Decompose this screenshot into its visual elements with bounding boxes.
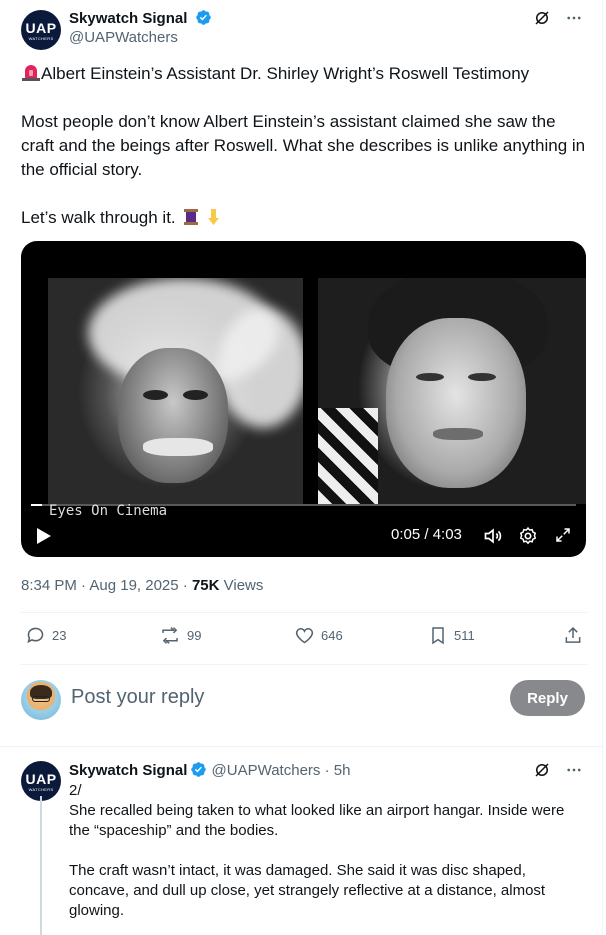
post-timestamp[interactable]: 8:34 PM · Aug 19, 2025 ·	[21, 577, 192, 594]
author-handle[interactable]: @UAPWatchers	[69, 29, 212, 46]
volume-icon[interactable]	[483, 526, 503, 546]
like-action[interactable]: 646	[294, 625, 343, 646]
reply-header-actions	[532, 760, 584, 780]
pointing-down-emoji-icon	[208, 209, 220, 225]
reply-count: 23	[52, 628, 67, 643]
reply-input[interactable]: Post your reply	[71, 686, 204, 709]
reply-icon	[27, 627, 44, 644]
reply-author-name[interactable]: Skywatch Signal	[69, 762, 187, 779]
avatar-subtext: WATCHERS	[28, 36, 54, 41]
reply-author-handle[interactable]: @UAPWatchers	[212, 762, 321, 779]
author-avatar[interactable]: UAP WATCHERS	[21, 10, 61, 50]
more-options-icon[interactable]	[564, 760, 584, 780]
video-player[interactable]: Eyes On Cinema 0:05 / 4:03	[21, 241, 586, 557]
author-block: Skywatch Signal @UAPWatchers	[69, 9, 212, 46]
bookmark-action[interactable]: 511	[428, 625, 475, 646]
share-icon	[565, 626, 581, 643]
reply-paragraph-2: The craft wasn’t intact, it was damaged.…	[69, 862, 546, 919]
play-icon[interactable]	[36, 527, 52, 545]
post-headline: Albert Einstein’s Assistant Dr. Shirley …	[41, 64, 530, 83]
shirley-wright-photo	[318, 278, 586, 504]
post-card: UAP WATCHERS Skywatch Signal @UAPWatcher…	[0, 0, 603, 935]
views-label: Views	[219, 577, 264, 594]
divider	[21, 664, 587, 665]
header-actions	[532, 8, 584, 28]
repost-icon	[162, 627, 178, 644]
more-options-icon[interactable]	[564, 8, 584, 28]
bookmark-count: 511	[454, 628, 475, 643]
reply-text: 2/ She recalled being taken to what look…	[69, 781, 589, 921]
current-user-avatar[interactable]	[21, 680, 61, 720]
post-meta: 8:34 PM · Aug 19, 2025 · 75K Views	[21, 577, 263, 594]
einstein-photo	[48, 278, 303, 504]
divider	[21, 612, 587, 613]
bookmark-icon	[432, 627, 444, 645]
thread-spool-emoji-icon	[184, 209, 199, 225]
video-time: 0:05 / 4:03	[391, 526, 462, 543]
siren-emoji-icon	[22, 65, 40, 81]
views-count: 75K	[191, 577, 220, 594]
avatar-text: UAP	[25, 20, 57, 36]
like-count: 646	[321, 628, 343, 643]
grok-icon[interactable]	[532, 760, 552, 780]
grok-icon[interactable]	[532, 8, 552, 28]
repost-count: 99	[187, 628, 202, 643]
heart-icon	[295, 627, 314, 644]
repost-action[interactable]: 99	[159, 625, 201, 646]
divider	[0, 746, 603, 747]
reply-paragraph-1: She recalled being taken to what looked …	[69, 802, 565, 839]
post-cta: Let’s walk through it.	[21, 208, 176, 227]
reply-author-avatar[interactable]: UAP WATCHERS	[21, 761, 61, 801]
video-progress-bar[interactable]	[31, 504, 576, 506]
post-paragraph: Most people don’t know Albert Einstein’s…	[21, 112, 586, 179]
post-text: Albert Einstein’s Assistant Dr. Shirley …	[21, 62, 591, 230]
reply-header: Skywatch Signal @UAPWatchers · 5h	[69, 761, 350, 779]
thread-connector-line	[40, 796, 42, 935]
avatar-subtext: WATCHERS	[28, 787, 54, 792]
verified-badge-icon	[196, 10, 211, 25]
separator-dot: ·	[320, 762, 334, 779]
verified-badge-icon	[191, 762, 207, 777]
settings-gear-icon[interactable]	[518, 526, 538, 546]
post-actions: 23 99 646 511	[21, 625, 587, 649]
reply-action[interactable]: 23	[25, 625, 66, 646]
share-action[interactable]	[563, 625, 583, 646]
reply-time[interactable]: 5h	[334, 762, 351, 779]
avatar-text: UAP	[25, 771, 57, 787]
author-name[interactable]: Skywatch Signal	[69, 10, 187, 27]
reply-button[interactable]: Reply	[510, 680, 585, 716]
reply-index: 2/	[69, 782, 82, 799]
fullscreen-icon[interactable]	[554, 526, 572, 544]
